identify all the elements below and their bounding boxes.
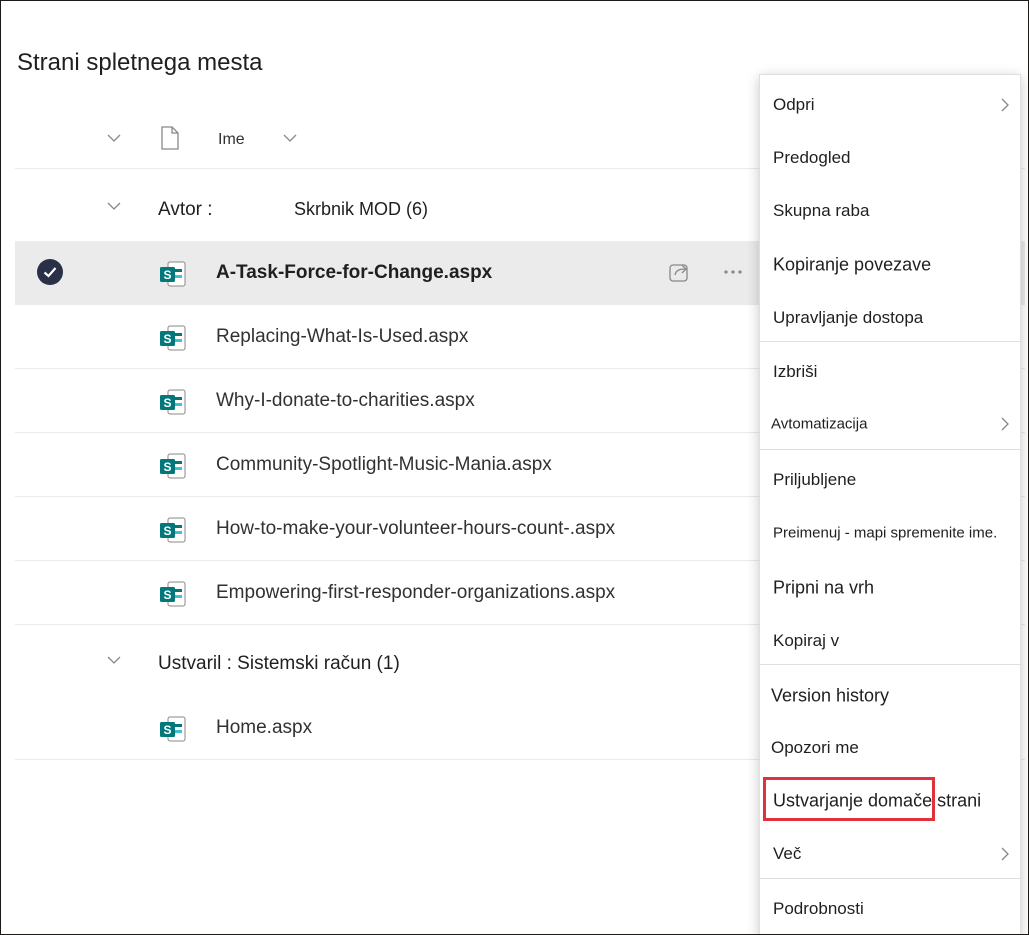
menu-item-preview[interactable]: Predogled <box>760 132 1022 184</box>
menu-item-copy-to[interactable]: Kopiraj v <box>760 615 1022 667</box>
menu-item-label: Kopiraj v <box>773 631 840 650</box>
menu-divider <box>760 449 1022 450</box>
sharepoint-page-icon: S <box>159 260 187 288</box>
chevron-right-icon <box>1000 416 1010 432</box>
more-actions-icon[interactable] <box>721 261 745 283</box>
menu-item-rename[interactable]: Preimenuj - mapi spremenite ime. <box>760 507 1022 559</box>
menu-item-label: Kopiranje povezave <box>773 254 932 275</box>
menu-item-share[interactable]: Skupna raba <box>760 185 1022 237</box>
group-label: Ustvaril : Sistemski račun (1) <box>158 653 400 674</box>
group-label: Avtor : <box>158 199 213 220</box>
group-value: Skrbnik MOD (6) <box>294 199 429 219</box>
app-frame: Strani spletnega mesta Ime Avtor : Skrbn… <box>0 0 1029 935</box>
file-name[interactable]: Community-Spotlight-Music-Mania.aspx <box>216 454 552 476</box>
file-type-icon[interactable] <box>160 126 180 150</box>
menu-item-pin-to-top[interactable]: Pripni na vrh <box>760 562 1022 614</box>
menu-item-label: Več <box>773 844 802 863</box>
menu-item-details[interactable]: Podrobnosti <box>760 883 1022 934</box>
menu-item-manage-access[interactable]: Upravljanje dostopa <box>760 292 1022 344</box>
menu-item-label: Pripni na vrh <box>773 577 875 598</box>
collapse-all-chevron-icon[interactable] <box>107 133 121 143</box>
menu-item-label: Skupna raba <box>773 201 870 220</box>
selected-check-icon[interactable] <box>37 259 63 285</box>
menu-item-label: Opozori me <box>771 738 859 757</box>
column-header-name[interactable]: Ime <box>218 131 245 149</box>
menu-item-label: Odpri <box>773 95 815 114</box>
menu-item-copy-link[interactable]: Kopiranje povezave <box>760 239 1022 291</box>
menu-item-version-history[interactable]: Version history <box>760 670 1022 722</box>
svg-text:S: S <box>163 588 171 602</box>
share-icon[interactable] <box>667 260 691 284</box>
group-chevron-down-icon[interactable] <box>107 201 121 211</box>
menu-item-label: Avtomatizacija <box>771 415 868 433</box>
file-name[interactable]: Empowering-first-responder-organizations… <box>216 582 615 604</box>
sharepoint-page-icon: S <box>159 388 187 416</box>
file-name[interactable]: A-Task-Force-for-Change.aspx <box>216 262 492 284</box>
svg-text:S: S <box>163 268 171 282</box>
menu-item-delete[interactable]: Izbriši <box>760 346 1022 398</box>
menu-item-label: Predogled <box>773 148 851 167</box>
menu-item-label: Version history <box>771 685 890 706</box>
menu-item-alert-me[interactable]: Opozori me <box>760 722 1022 774</box>
menu-item-label: Priljubljene <box>773 470 857 489</box>
file-name[interactable]: Replacing-What-Is-Used.aspx <box>216 326 468 348</box>
file-name[interactable]: Why-I-donate-to-charities.aspx <box>216 390 475 412</box>
sharepoint-page-icon: S <box>159 452 187 480</box>
menu-divider <box>760 341 1022 342</box>
chevron-right-icon <box>1000 97 1010 113</box>
menu-divider <box>760 664 1022 665</box>
chevron-right-icon <box>1000 846 1010 862</box>
menu-item-automate[interactable]: Avtomatizacija <box>760 398 1022 450</box>
sharepoint-page-icon: S <box>159 580 187 608</box>
sharepoint-page-icon: S <box>159 715 187 743</box>
menu-item-label: Upravljanje dostopa <box>773 308 924 327</box>
sharepoint-page-icon: S <box>159 516 187 544</box>
svg-text:S: S <box>163 460 171 474</box>
menu-divider <box>760 878 1022 879</box>
sort-chevron-down-icon[interactable] <box>283 133 297 143</box>
menu-item-label: Preimenuj - mapi spremenite ime. <box>773 524 998 542</box>
svg-text:S: S <box>163 524 171 538</box>
page-title: Strani spletnega mesta <box>17 49 263 76</box>
sharepoint-page-icon: S <box>159 324 187 352</box>
menu-item-label: Izbriši <box>773 362 818 381</box>
file-name[interactable]: Home.aspx <box>216 717 312 739</box>
menu-item-favorite[interactable]: Priljubljene <box>760 454 1022 506</box>
menu-item-label: Podrobnosti <box>773 899 864 918</box>
group-chevron-down-icon[interactable] <box>107 655 121 665</box>
file-name[interactable]: How-to-make-your-volunteer-hours-count-.… <box>216 518 615 540</box>
svg-text:S: S <box>163 332 171 346</box>
highlight-box <box>763 777 935 821</box>
menu-item-open[interactable]: Odpri <box>760 79 1022 131</box>
menu-item-more[interactable]: Več <box>760 828 1022 880</box>
svg-text:S: S <box>163 723 171 737</box>
svg-text:S: S <box>163 396 171 410</box>
